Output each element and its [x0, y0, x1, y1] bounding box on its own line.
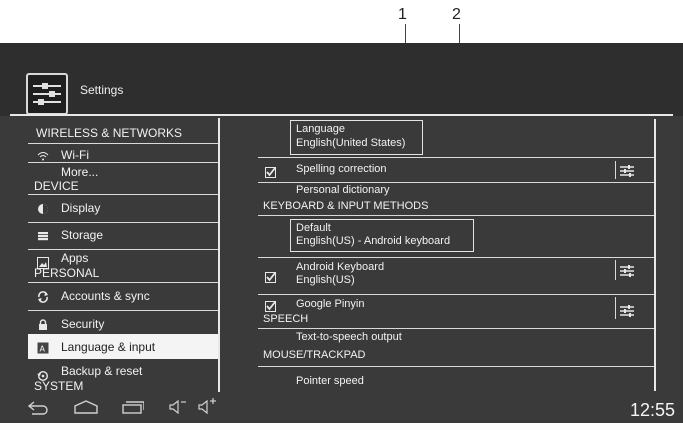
divider: [28, 194, 218, 195]
section-header-keyboard: KEYBOARD & INPUT METHODS: [263, 200, 429, 212]
settings-sliders-icon[interactable]: [26, 73, 68, 115]
sidebar-item-label: Display: [61, 201, 101, 215]
divider: [28, 282, 218, 283]
sidebar-item-display[interactable]: Display: [28, 197, 218, 221]
android-screen: Settings WIRELESS & NETWORKS Wi-Fi More.…: [0, 43, 683, 423]
divider: [258, 366, 656, 367]
svg-text:A: A: [40, 345, 46, 354]
settings-tune-icon[interactable]: [620, 164, 638, 178]
personal-dictionary-label: Personal dictionary: [296, 184, 390, 196]
lock-icon: [37, 318, 49, 330]
sidebar-item-label: Wi-Fi: [61, 148, 89, 162]
android-keyboard-row[interactable]: Android Keyboard English(US): [220, 258, 656, 294]
sidebar-item-accounts-sync[interactable]: Accounts & sync: [28, 285, 218, 309]
checkbox-checked-icon[interactable]: [265, 299, 276, 312]
divider: [615, 260, 616, 280]
divider: [615, 161, 616, 179]
google-pinyin-row[interactable]: Google Pinyin: [220, 295, 656, 319]
pointer-speed-label: Pointer speed: [296, 375, 364, 387]
pointer-speed-row[interactable]: Pointer speed: [220, 368, 656, 394]
volume-up-icon[interactable]: [198, 397, 218, 420]
navigation-bar: [0, 392, 683, 423]
sidebar-item-label: Apps: [61, 251, 89, 265]
sidebar-item-language-input[interactable]: A Language & input: [28, 334, 218, 359]
spelling-label: Spelling correction: [296, 163, 387, 175]
sidebar-item-storage[interactable]: Storage: [28, 224, 218, 248]
default-title: Default: [296, 222, 331, 234]
sidebar-item-label: Security: [61, 317, 105, 331]
sync-icon: [37, 290, 49, 303]
home-icon[interactable]: [74, 400, 98, 419]
section-header-personal: PERSONAL: [34, 266, 100, 280]
personal-dictionary-row[interactable]: Personal dictionary: [220, 183, 656, 201]
spelling-correction-row[interactable]: Spelling correction: [220, 158, 656, 182]
section-header-system: SYSTEM: [34, 379, 84, 393]
title-bar: Settings: [0, 43, 683, 116]
right-edge: [654, 119, 656, 391]
tts-row[interactable]: Text-to-speech output: [220, 329, 656, 347]
storage-icon: [37, 229, 49, 241]
page-title: Settings: [80, 83, 124, 97]
section-header-mouse: MOUSE/TRACKPAD: [263, 349, 366, 361]
callout-1: 1: [398, 6, 407, 23]
brightness-icon: [37, 202, 49, 214]
title-divider: [10, 114, 673, 116]
language-row[interactable]: Language English(United States): [220, 118, 656, 156]
recent-apps-icon[interactable]: [122, 400, 145, 419]
divider: [28, 222, 218, 223]
callout-2: 2: [452, 6, 461, 23]
android-keyboard-value: English(US): [296, 274, 355, 286]
sidebar-item-security[interactable]: Security: [28, 311, 218, 335]
checkbox-checked-icon[interactable]: [265, 270, 276, 283]
language-title: Language: [296, 123, 345, 135]
android-keyboard-title: Android Keyboard: [296, 261, 385, 273]
google-pinyin-title: Google Pinyin: [296, 298, 365, 310]
checkbox-checked-icon[interactable]: [265, 165, 276, 178]
default-keyboard-row[interactable]: Default English(US) - Android keyboard: [220, 216, 656, 256]
sidebar-item-label: Storage: [61, 228, 104, 242]
clock: 12:55: [629, 400, 675, 420]
sidebar-item-label: Backup & reset: [61, 364, 143, 378]
sidebar-item-label: Accounts & sync: [61, 289, 150, 303]
tts-label: Text-to-speech output: [296, 331, 402, 343]
back-icon[interactable]: [27, 401, 50, 420]
language-icon: A: [37, 341, 49, 354]
volume-down-icon[interactable]: [169, 399, 187, 420]
section-header-device: DEVICE: [34, 179, 79, 193]
section-header-speech: SPEECH: [263, 313, 309, 325]
settings-tune-icon[interactable]: [620, 304, 638, 318]
divider: [615, 297, 616, 319]
section-header-wireless: WIRELESS & NETWORKS: [36, 126, 183, 140]
language-value: English(United States): [296, 137, 406, 149]
default-value: English(US) - Android keyboard: [296, 235, 451, 247]
sidebar-item-label: Language & input: [61, 340, 156, 354]
sidebar-item-label: More...: [61, 165, 99, 179]
settings-tune-icon[interactable]: [620, 264, 638, 278]
wifi-icon: [37, 149, 49, 161]
